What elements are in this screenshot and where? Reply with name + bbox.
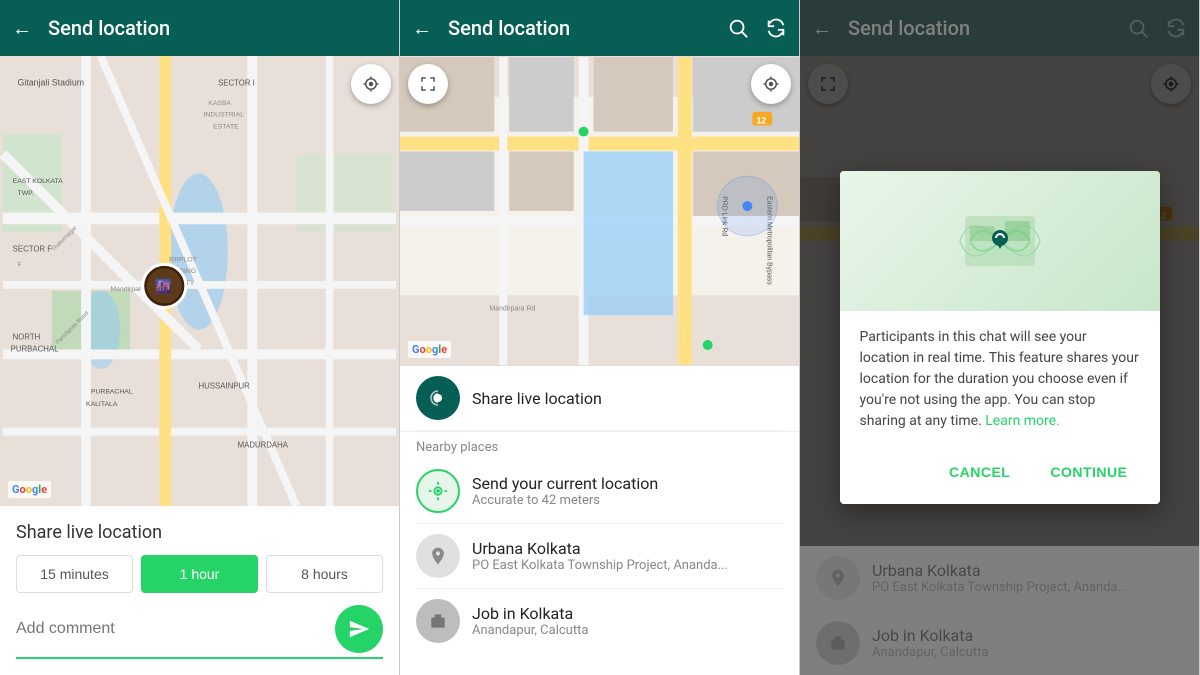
live-location-item[interactable]: Share live location [416, 366, 783, 431]
locate-button-left[interactable] [351, 64, 391, 104]
dialog-text: Participants in this chat will see your … [860, 327, 1140, 432]
place-icon-0-mid [416, 534, 460, 578]
section-title-left: Share live location [16, 522, 383, 543]
svg-text:MADURDAHA: MADURDAHA [238, 440, 289, 449]
header-title-left: Send location [48, 16, 387, 40]
svg-text:NORTH: NORTH [13, 333, 41, 342]
dialog-actions: CANCEL CONTINUE [840, 448, 1160, 504]
live-location-icon [416, 376, 460, 420]
google-logo-left: Google [8, 481, 51, 498]
nearby-label: Nearby places [416, 432, 783, 459]
place-text-0-mid: Urbana Kolkata PO East Kolkata Township … [472, 539, 783, 573]
back-button-left[interactable]: ← [12, 16, 32, 41]
place-1-mid[interactable]: Job in Kolkata Anandapur, Calcutta [416, 589, 783, 653]
search-icon-mid[interactable] [727, 17, 749, 39]
panel-left: ← Send location [0, 0, 400, 675]
dialog-overlay: Participants in this chat will see your … [800, 0, 1199, 675]
svg-text:SECTOR I: SECTOR I [218, 78, 255, 87]
header-left: ← Send location [0, 0, 399, 56]
place-name-1-mid: Job in Kolkata [472, 604, 783, 623]
panel-mid: ← Send location 12 [400, 0, 800, 675]
svg-text:Mandirpara Rd: Mandirpara Rd [489, 305, 535, 312]
bottom-panel-left: Share live location 15 minutes 1 hour 8 … [0, 506, 399, 675]
panel-right: ← Send location 12 Eastern Metropolitan … [800, 0, 1200, 675]
back-button-mid[interactable]: ← [412, 16, 432, 41]
dialog-body: Participants in this chat will see your … [840, 311, 1160, 448]
svg-text:RRPLOT: RRPLOT [169, 256, 198, 263]
duration-row: 15 minutes 1 hour 8 hours [16, 555, 383, 593]
dialog-cancel-button[interactable]: CANCEL [933, 456, 1026, 488]
duration-1hour[interactable]: 1 hour [141, 555, 258, 593]
comment-input[interactable] [16, 620, 327, 638]
svg-text:KASBA: KASBA [208, 100, 231, 107]
duration-15min[interactable]: 15 minutes [16, 555, 133, 593]
live-location-label: Share live location [472, 389, 783, 408]
dialog-continue-button[interactable]: CONTINUE [1034, 456, 1143, 488]
svg-text:🌆: 🌆 [154, 278, 171, 295]
svg-text:PURBACHAL: PURBACHAL [91, 388, 133, 395]
svg-text:EAST KOLKATA: EAST KOLKATA [13, 178, 64, 185]
svg-text:F: F [18, 261, 22, 268]
map-mid[interactable]: 12 Eastern Metropolitan Bypass PRD Link … [400, 56, 799, 366]
svg-text:TWP.: TWP. [18, 190, 34, 197]
svg-text:KALITALA: KALITALA [86, 401, 118, 408]
svg-text:ESTATE: ESTATE [213, 123, 239, 130]
duration-8hours[interactable]: 8 hours [266, 555, 383, 593]
place-addr-1-mid: Anandapur, Calcutta [472, 623, 783, 638]
expand-button-mid[interactable] [408, 64, 448, 104]
current-location-item[interactable]: Send your current location Accurate to 4… [416, 459, 783, 524]
place-icon-1-mid [416, 599, 460, 643]
svg-text:INDUSTRIAL: INDUSTRIAL [203, 112, 244, 119]
send-button[interactable] [335, 605, 383, 653]
place-0-mid[interactable]: Urbana Kolkata PO East Kolkata Township … [416, 524, 783, 589]
current-location-icon [416, 469, 460, 513]
place-text-1-mid: Job in Kolkata Anandapur, Calcutta [472, 604, 783, 638]
live-location-text: Share live location [472, 389, 783, 408]
dialog: Participants in this chat will see your … [840, 171, 1160, 504]
current-location-text: Send your current location Accurate to 4… [472, 474, 783, 508]
header-mid: ← Send location [400, 0, 799, 56]
place-addr-0-mid: PO East Kolkata Township Project, Ananda… [472, 558, 783, 573]
svg-text:HUSSAINPUR: HUSSAINPUR [199, 382, 251, 391]
comment-row [16, 605, 383, 659]
current-location-sublabel: Accurate to 42 meters [472, 493, 783, 508]
google-logo-mid: Google [408, 341, 451, 358]
header-title-mid: Send location [448, 16, 711, 40]
map-left[interactable]: Gitanjali Stadium SECTOR I KASBA INDUSTR… [0, 56, 399, 506]
current-location-label: Send your current location [472, 474, 783, 493]
svg-text:SECTOR F: SECTOR F [13, 245, 53, 254]
svg-text:PURBACHAL: PURBACHAL [11, 344, 59, 353]
place-name-0-mid: Urbana Kolkata [472, 539, 783, 558]
locate-button-mid[interactable] [751, 64, 791, 104]
learn-more-link[interactable]: Learn more. [985, 413, 1060, 429]
svg-text:Gitanjali Stadium: Gitanjali Stadium [18, 77, 85, 87]
refresh-icon-mid[interactable] [765, 17, 787, 39]
list-section-mid: Share live location Nearby places Send y… [400, 366, 799, 675]
dialog-image [840, 171, 1160, 311]
svg-text:12: 12 [756, 116, 766, 126]
